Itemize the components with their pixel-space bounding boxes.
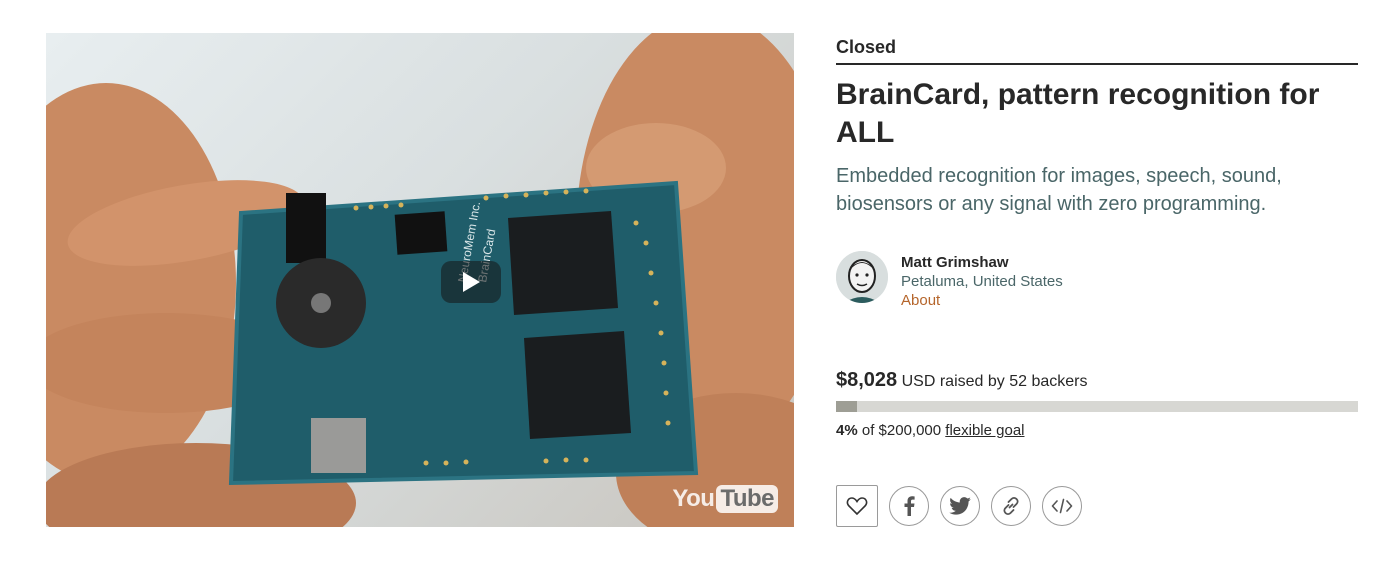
goal-amount-text: of $200,000 bbox=[861, 422, 942, 439]
video-player[interactable]: NeuroMem Inc. BrainCard You Tube bbox=[46, 33, 794, 527]
creator-avatar[interactable] bbox=[836, 251, 888, 303]
share-facebook-button[interactable] bbox=[889, 486, 929, 526]
copy-link-button[interactable] bbox=[991, 486, 1031, 526]
status-divider bbox=[836, 63, 1358, 65]
pledged-raised-text: USD raised by 52 backers bbox=[901, 373, 1088, 390]
goal-summary: 4% of $200,000 flexible goal bbox=[836, 422, 1025, 439]
video-thumbnail: NeuroMem Inc. BrainCard bbox=[46, 33, 794, 527]
creator-location: Petaluma, United States bbox=[901, 273, 1063, 290]
project-status: Closed bbox=[836, 37, 897, 57]
play-button[interactable] bbox=[441, 261, 501, 303]
funding-progress-fill bbox=[836, 401, 857, 412]
flexible-goal-link[interactable]: flexible goal bbox=[945, 422, 1024, 439]
avatar-image bbox=[836, 251, 888, 303]
project-title: BrainCard, pattern recognition for ALL bbox=[836, 78, 1320, 149]
embed-icon bbox=[1051, 498, 1073, 514]
pledged-amount: $8,028 bbox=[836, 369, 898, 391]
play-icon bbox=[463, 272, 480, 292]
facebook-icon bbox=[904, 496, 915, 516]
youtube-logo[interactable]: You Tube bbox=[672, 485, 778, 513]
embed-button[interactable] bbox=[1042, 486, 1082, 526]
remind-me-button[interactable] bbox=[836, 485, 878, 527]
pledged-summary: $8,028 USD raised by 52 backers bbox=[836, 369, 1087, 392]
goal-percent: 4% bbox=[836, 422, 858, 439]
creator-block: Matt Grimshaw Petaluma, United States Ab… bbox=[836, 251, 1063, 310]
project-blurb: Embedded recognition for images, speech,… bbox=[836, 165, 1282, 215]
twitter-icon bbox=[949, 497, 971, 515]
youtube-logo-you: You bbox=[672, 485, 715, 512]
youtube-logo-tube: Tube bbox=[716, 485, 778, 513]
creator-name[interactable]: Matt Grimshaw bbox=[901, 253, 1063, 272]
share-twitter-button[interactable] bbox=[940, 486, 980, 526]
link-icon bbox=[1003, 496, 1019, 516]
funding-progress-bar bbox=[836, 401, 1358, 412]
heart-icon bbox=[846, 497, 868, 516]
creator-about-link[interactable]: About bbox=[901, 291, 1063, 310]
share-actions bbox=[836, 485, 1093, 527]
